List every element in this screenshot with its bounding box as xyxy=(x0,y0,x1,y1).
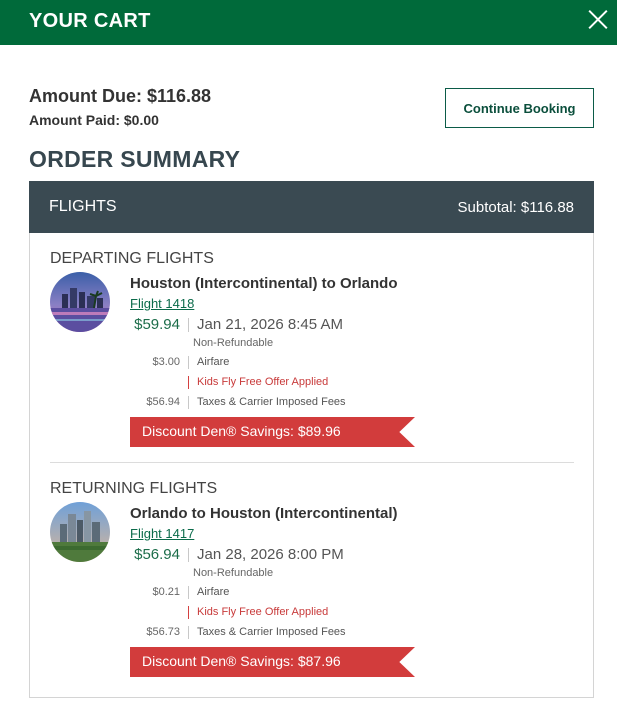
order-summary-title: ORDER SUMMARY xyxy=(29,146,241,172)
returning-flight-link[interactable]: Flight 1417 xyxy=(130,526,194,541)
departing-fare-note: Non-Refundable xyxy=(193,337,274,349)
departing-taxes-separator xyxy=(188,396,189,409)
departing-airfare-label: Airfare xyxy=(197,356,230,368)
cart-header: YOUR CART xyxy=(0,0,617,45)
departing-savings-ribbon: Discount Den® Savings: $89.96 xyxy=(130,417,415,447)
departing-price: $59.94 xyxy=(134,316,180,333)
departing-separator xyxy=(188,318,189,332)
returning-savings-ribbon: Discount Den® Savings: $87.96 xyxy=(130,647,415,677)
departing-taxes-label: Taxes & Carrier Imposed Fees xyxy=(197,396,346,408)
cart-title: YOUR CART xyxy=(29,10,151,32)
departing-offer-separator xyxy=(188,376,189,389)
returning-fare-note: Non-Refundable xyxy=(193,567,274,579)
returning-offer-separator xyxy=(188,606,189,619)
returning-flights-title: RETURNING FLIGHTS xyxy=(50,480,218,497)
departing-savings-text: Discount Den® Savings: $89.96 xyxy=(142,423,341,439)
close-icon[interactable] xyxy=(587,8,609,30)
flights-label: FLIGHTS xyxy=(49,198,117,215)
departing-flights-title: DEPARTING FLIGHTS xyxy=(50,250,214,267)
departing-taxes-amount: $56.94 xyxy=(146,396,180,408)
returning-route: Orlando to Houston (Intercontinental) xyxy=(130,505,398,522)
returning-price: $56.94 xyxy=(134,546,180,563)
flights-subtotal: Subtotal: $116.88 xyxy=(457,199,574,216)
flights-divider xyxy=(50,462,574,463)
flights-header-bar: FLIGHTS Subtotal: $116.88 xyxy=(29,181,594,233)
returning-savings-text: Discount Den® Savings: $87.96 xyxy=(142,653,341,669)
returning-airfare-separator xyxy=(188,586,189,599)
houston-destination-image xyxy=(50,502,110,562)
returning-kids-offer: Kids Fly Free Offer Applied xyxy=(197,606,329,618)
returning-airfare-label: Airfare xyxy=(197,586,230,598)
returning-datetime: Jan 28, 2026 8:00 PM xyxy=(197,546,344,563)
departing-flight-link[interactable]: Flight 1418 xyxy=(130,296,194,311)
returning-taxes-amount: $56.73 xyxy=(146,626,180,638)
returning-separator xyxy=(188,548,189,562)
returning-airfare-amount: $0.21 xyxy=(152,586,180,598)
departing-kids-offer: Kids Fly Free Offer Applied xyxy=(197,376,329,388)
departing-datetime: Jan 21, 2026 8:45 AM xyxy=(197,316,343,333)
departing-airfare-amount: $3.00 xyxy=(152,356,180,368)
returning-taxes-separator xyxy=(188,626,189,639)
orlando-destination-image xyxy=(50,272,110,332)
amount-paid: Amount Paid: $0.00 xyxy=(29,112,159,128)
departing-route: Houston (Intercontinental) to Orlando xyxy=(130,275,398,292)
departing-airfare-separator xyxy=(188,356,189,369)
returning-taxes-label: Taxes & Carrier Imposed Fees xyxy=(197,626,346,638)
amount-due: Amount Due: $116.88 xyxy=(29,86,212,106)
continue-booking-button[interactable]: Continue Booking xyxy=(445,88,594,128)
